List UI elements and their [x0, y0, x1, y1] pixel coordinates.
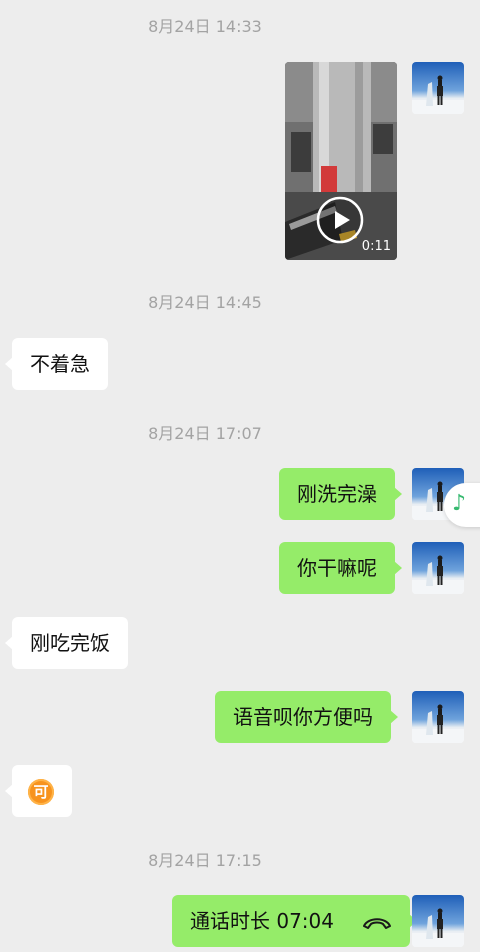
avatar[interactable]: [412, 691, 464, 743]
ke-emoji-icon: 可: [28, 779, 54, 805]
message-bubble-incoming[interactable]: 刚吃完饭: [5, 617, 128, 669]
message-text: 不着急: [30, 352, 90, 376]
timestamp: 8月24日 17:07: [148, 424, 262, 443]
message-bubble-incoming[interactable]: 可: [5, 765, 72, 817]
message-bubble-incoming[interactable]: 不着急: [5, 338, 108, 390]
play-icon[interactable]: [316, 196, 364, 244]
avatar[interactable]: [412, 542, 464, 594]
video-duration: 0:11: [361, 239, 391, 254]
phone-hangup-icon: [363, 917, 392, 929]
timestamp: 8月24日 14:45: [148, 293, 262, 312]
message-bubble-outgoing[interactable]: 语音呗你方便吗: [215, 691, 398, 743]
video-message[interactable]: 0:11: [285, 62, 397, 260]
message-text: 语音呗你方便吗: [233, 705, 373, 729]
message-bubble-outgoing[interactable]: 你干嘛呢: [279, 542, 402, 594]
avatar[interactable]: [412, 895, 464, 947]
call-record-bubble[interactable]: 通话时长 07:04: [172, 895, 418, 947]
message-bubble-outgoing[interactable]: 刚洗完澡: [279, 468, 402, 520]
message-text: 你干嘛呢: [297, 556, 377, 580]
message-text: 刚洗完澡: [297, 482, 377, 506]
timestamp: 8月24日 17:15: [148, 851, 262, 870]
avatar[interactable]: [412, 62, 464, 114]
floating-music-widget[interactable]: ♪: [444, 483, 480, 527]
message-text: 刚吃完饭: [30, 631, 110, 655]
timestamp: 8月24日 14:33: [148, 17, 262, 36]
music-note-icon: ♪: [452, 491, 467, 516]
call-duration-text: 通话时长 07:04: [190, 909, 334, 933]
